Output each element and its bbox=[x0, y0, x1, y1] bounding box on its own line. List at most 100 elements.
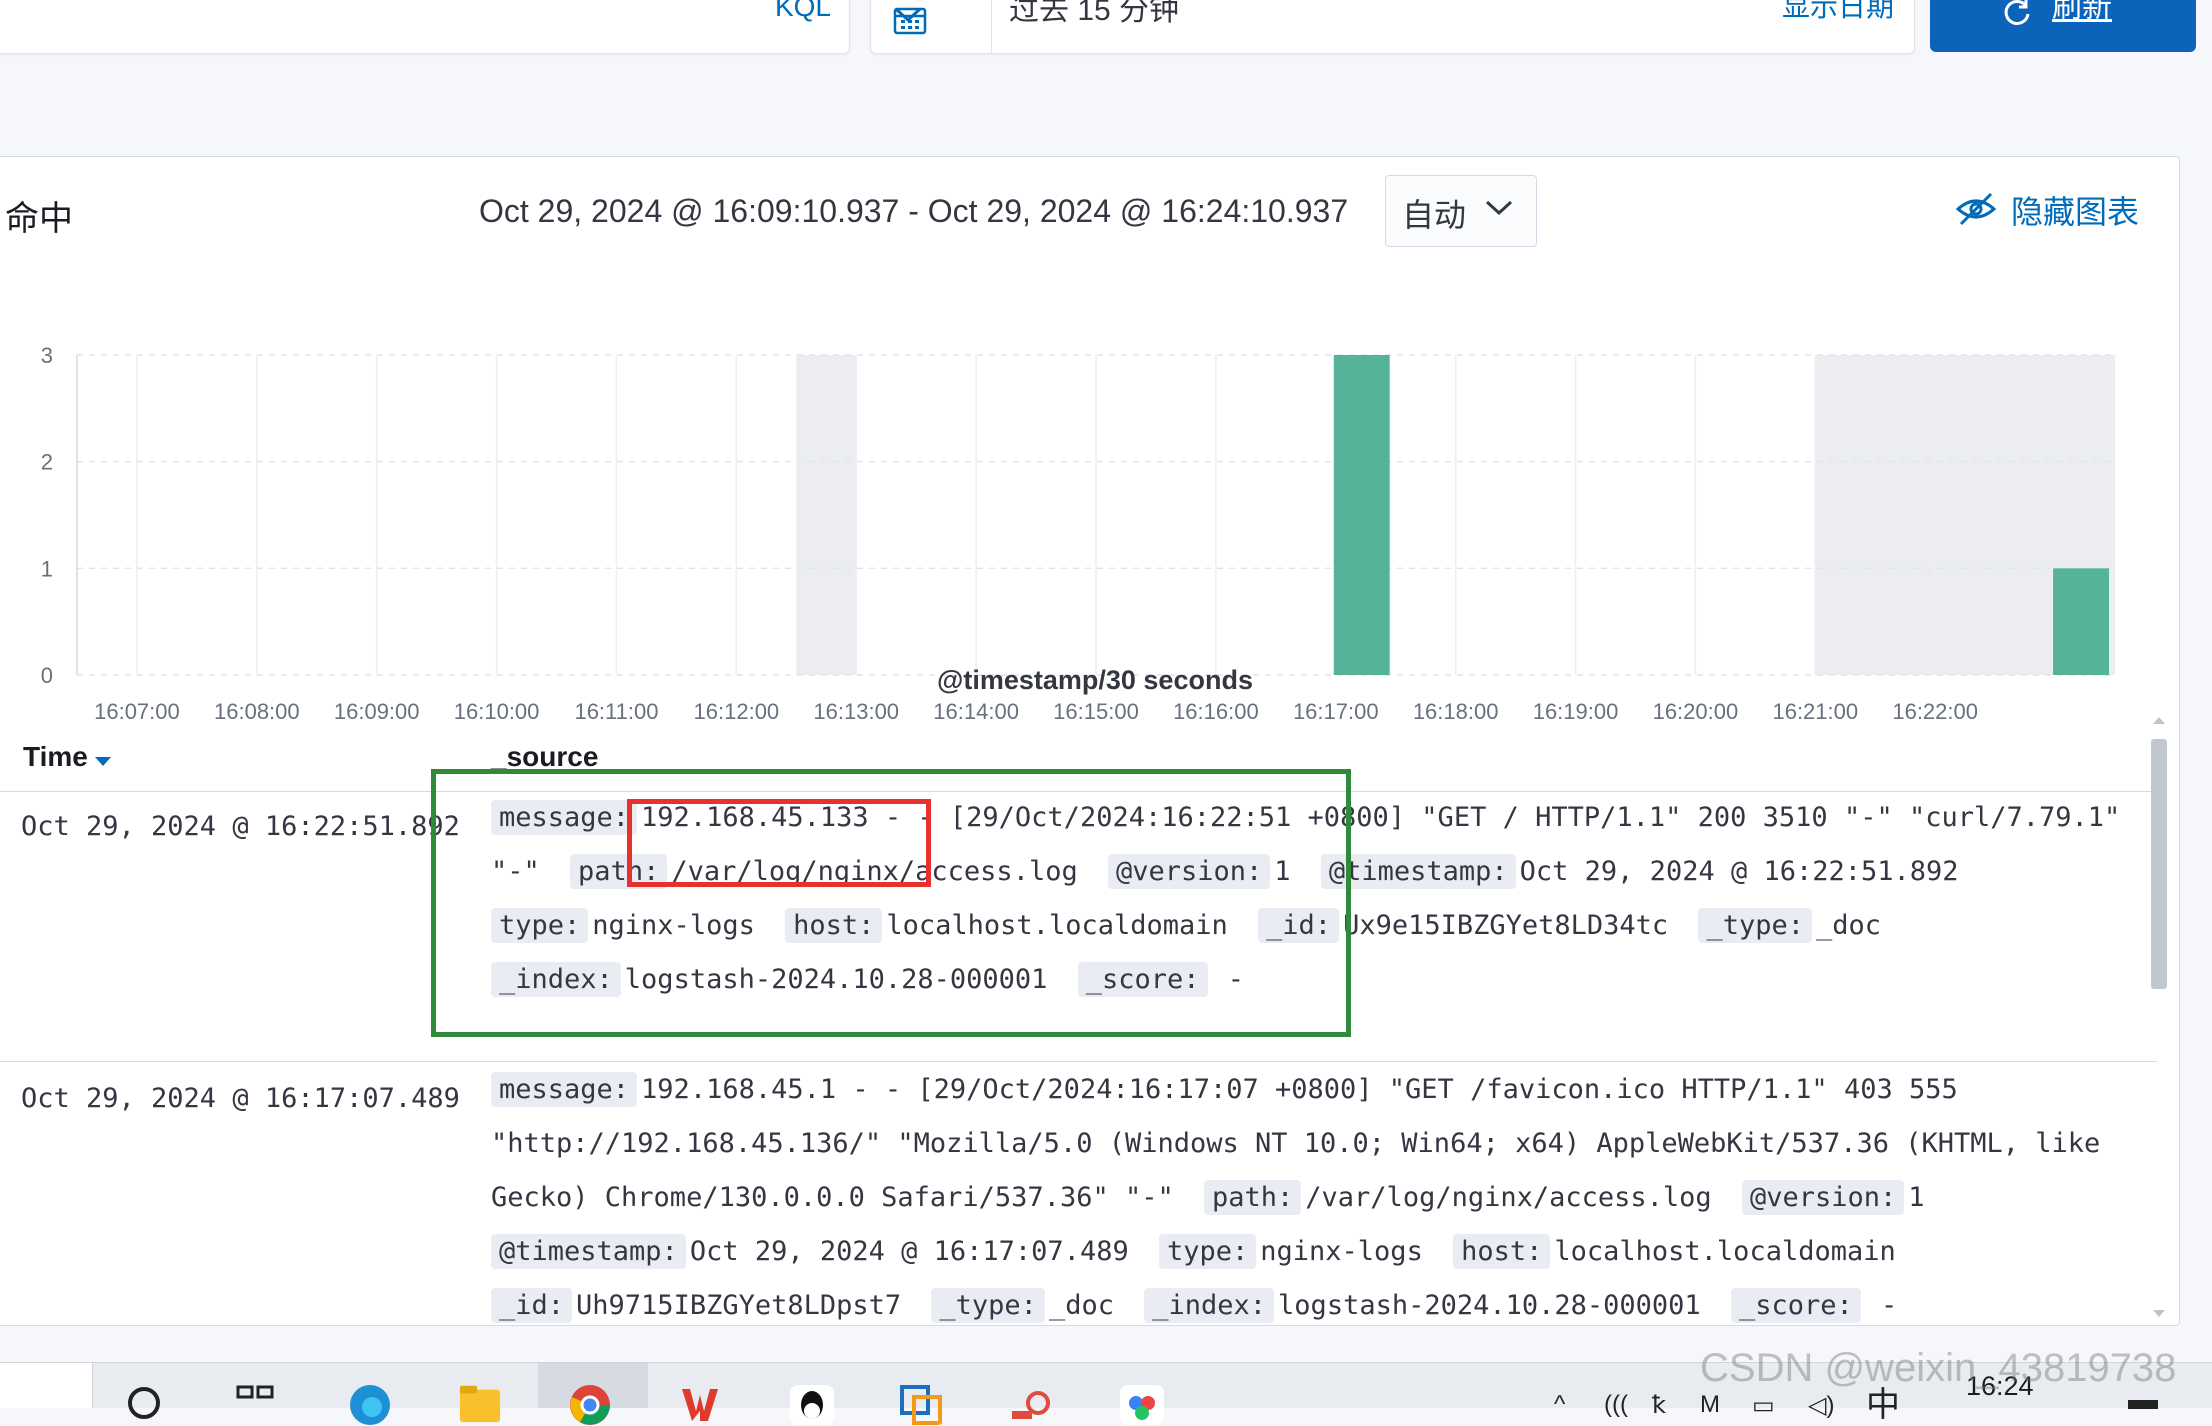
eye-closed-icon bbox=[1955, 192, 1997, 226]
chart-time-range: Oct 29, 2024 @ 16:09:10.937 - Oct 29, 20… bbox=[479, 193, 1349, 229]
row-divider bbox=[0, 1061, 2157, 1062]
source-field: _id: Uh9715IBZGYet8LDpst7 bbox=[491, 1288, 915, 1323]
qq-icon[interactable] bbox=[790, 1381, 834, 1425]
x-tick-label: 16:21:00 bbox=[1772, 699, 1858, 724]
field-value: nginx-logs bbox=[1260, 1236, 1423, 1267]
battery-icon[interactable]: ▭ bbox=[1752, 1391, 1775, 1420]
scrollbar[interactable] bbox=[2147, 717, 2169, 1317]
x-tick-label: 16:16:00 bbox=[1173, 699, 1259, 724]
x-tick-label: 16:10:00 bbox=[454, 699, 540, 724]
show-dates-link[interactable]: 显示日期 bbox=[1782, 0, 1894, 25]
field-key: _id: bbox=[491, 1288, 573, 1323]
search-icon[interactable] bbox=[124, 1381, 168, 1425]
task-view-icon[interactable] bbox=[234, 1381, 278, 1425]
scroll-up-arrow-icon[interactable] bbox=[2153, 717, 2165, 724]
x-tick-label: 16:09:00 bbox=[334, 699, 420, 724]
query-bar: KQL 过去 15 分钟 显示日期 刷新 bbox=[0, 0, 2212, 70]
field-key: message: bbox=[491, 1072, 638, 1107]
wifi-icon[interactable]: ((( bbox=[1604, 1391, 1628, 1419]
x-tick-label: 16:17:00 bbox=[1293, 699, 1379, 724]
source-field: _index: logstash-2024.10.28-000001 bbox=[1144, 1288, 1714, 1323]
field-value: _doc bbox=[1048, 1290, 1114, 1321]
y-tick-label: 3 bbox=[41, 343, 53, 368]
sort-desc-icon[interactable] bbox=[95, 757, 111, 766]
refresh-icon bbox=[2004, 0, 2030, 25]
scrollbar-thumb[interactable] bbox=[2151, 739, 2167, 989]
app-icon-colorful[interactable] bbox=[1120, 1381, 1164, 1425]
field-value: Oct 29, 2024 @ 16:22:51.892 bbox=[1519, 856, 1959, 887]
chevron-down-icon bbox=[1485, 200, 1513, 216]
row-source: message: 192.168.45.1 - - [29/Oct/2024:16… bbox=[491, 1063, 2121, 1325]
x-tick-label: 16:18:00 bbox=[1413, 699, 1499, 724]
source-field: _score: - bbox=[1730, 1288, 1911, 1323]
annotation-ip-box bbox=[627, 799, 931, 887]
hits-label: 命中 bbox=[5, 200, 73, 238]
x-tick-label: 16:19:00 bbox=[1533, 699, 1619, 724]
interval-select[interactable]: 自动 bbox=[1385, 175, 1537, 247]
discover-panel: 命中 Oct 29, 2024 @ 16:09:10.937 - Oct 29,… bbox=[0, 156, 2180, 1326]
field-value: logstash-2024.10.28-000001 bbox=[1278, 1290, 1701, 1321]
refresh-button[interactable]: 刷新 bbox=[1930, 0, 2196, 52]
field-value: Oct 29, 2024 @ 16:17:07.489 bbox=[689, 1236, 1129, 1267]
histogram-chart[interactable]: 012316:07:00 16:08:00 16:09:00 16:10:00 16:1… bbox=[0, 267, 2180, 787]
x-tick-label: 16:07:00 bbox=[94, 699, 180, 724]
field-value: 1 bbox=[1908, 1182, 1925, 1213]
query-language-toggle[interactable]: KQL bbox=[775, 0, 831, 23]
x-tick-label: 16:22:00 bbox=[1892, 699, 1978, 724]
x-tick-label: 16:14:00 bbox=[933, 699, 1019, 724]
source-field: type: nginx-logs bbox=[1158, 1234, 1437, 1269]
field-key: @version: bbox=[1741, 1180, 1905, 1215]
time-range-display[interactable]: 过去 15 分钟 bbox=[1009, 0, 1179, 29]
x-tick-label: 16:11:00 bbox=[574, 699, 658, 724]
field-key: _type: bbox=[1698, 908, 1812, 943]
x-tick-label: 16:20:00 bbox=[1653, 699, 1739, 724]
volume-icon[interactable]: ◁) bbox=[1808, 1391, 1834, 1420]
source-field: @timestamp: Oct 29, 2024 @ 16:17:07.489 bbox=[491, 1234, 1143, 1269]
source-field: @version: 1 bbox=[1741, 1180, 1939, 1215]
source-field: path:/var/log/nginx/access.log bbox=[1204, 1180, 1726, 1215]
chevron-down-icon bbox=[894, 7, 922, 23]
y-tick-label: 1 bbox=[41, 556, 53, 581]
chevron-up-icon[interactable]: ^ bbox=[1554, 1391, 1565, 1419]
row-time[interactable]: Oct 29, 2024 @ 16:17:07.489 bbox=[21, 1083, 460, 1114]
file-explorer-icon[interactable] bbox=[458, 1381, 502, 1425]
edge-browser-icon[interactable] bbox=[348, 1381, 392, 1425]
hide-chart-label: 隐藏图表 bbox=[2011, 194, 2140, 230]
field-value: localhost.localdomain bbox=[1554, 1236, 1896, 1267]
bluetooth-icon[interactable]: ꝁ bbox=[1652, 1391, 1666, 1420]
wps-icon[interactable] bbox=[678, 1381, 722, 1425]
field-key: @timestamp: bbox=[491, 1234, 686, 1269]
chart-x-axis-label: @timestamp/30 seconds bbox=[937, 665, 1253, 695]
row-time[interactable]: Oct 29, 2024 @ 16:22:51.892 bbox=[21, 811, 460, 842]
y-tick-label: 2 bbox=[41, 450, 53, 475]
source-field: @timestamp: Oct 29, 2024 @ 16:22:51.892 bbox=[1320, 854, 1973, 889]
field-key: _index: bbox=[1144, 1288, 1275, 1323]
x-tick-label: 16:12:00 bbox=[694, 699, 780, 724]
field-value: - bbox=[1864, 1290, 1898, 1321]
chart-bar bbox=[2053, 568, 2109, 675]
network-icon[interactable]: M bbox=[1700, 1391, 1720, 1419]
field-key: _type: bbox=[931, 1288, 1045, 1323]
refresh-label: 刷新 bbox=[2052, 0, 2112, 24]
scroll-down-arrow-icon[interactable] bbox=[2153, 1310, 2165, 1317]
chart-shaded-range bbox=[796, 355, 857, 675]
source-field: _type: _doc bbox=[1698, 908, 1895, 943]
date-picker[interactable]: 过去 15 分钟 显示日期 bbox=[870, 0, 1915, 54]
query-input[interactable]: KQL bbox=[0, 0, 850, 54]
field-key: _score: bbox=[1730, 1288, 1861, 1323]
chart-bar bbox=[1333, 355, 1390, 675]
x-tick-label: 16:15:00 bbox=[1053, 699, 1139, 724]
vmware-icon[interactable] bbox=[900, 1381, 944, 1425]
field-value: _doc bbox=[1815, 910, 1882, 941]
chrome-icon[interactable] bbox=[568, 1381, 612, 1425]
field-value: Uh9715IBZGYet8LDpst7 bbox=[576, 1290, 902, 1321]
field-key: host: bbox=[1453, 1234, 1551, 1269]
watermark: CSDN @weixin_43819738 bbox=[1700, 1346, 2177, 1390]
field-value: /var/log/nginx/access.log bbox=[1305, 1182, 1712, 1213]
app-icon-red[interactable] bbox=[1010, 1381, 1054, 1425]
interval-value: 自动 bbox=[1402, 197, 1467, 233]
column-header-time[interactable]: Time bbox=[23, 741, 88, 773]
source-field: host: localhost.localdomain bbox=[1453, 1234, 1910, 1269]
quick-select-button[interactable] bbox=[871, 0, 992, 53]
taskbar-search-box[interactable] bbox=[0, 1363, 93, 1408]
